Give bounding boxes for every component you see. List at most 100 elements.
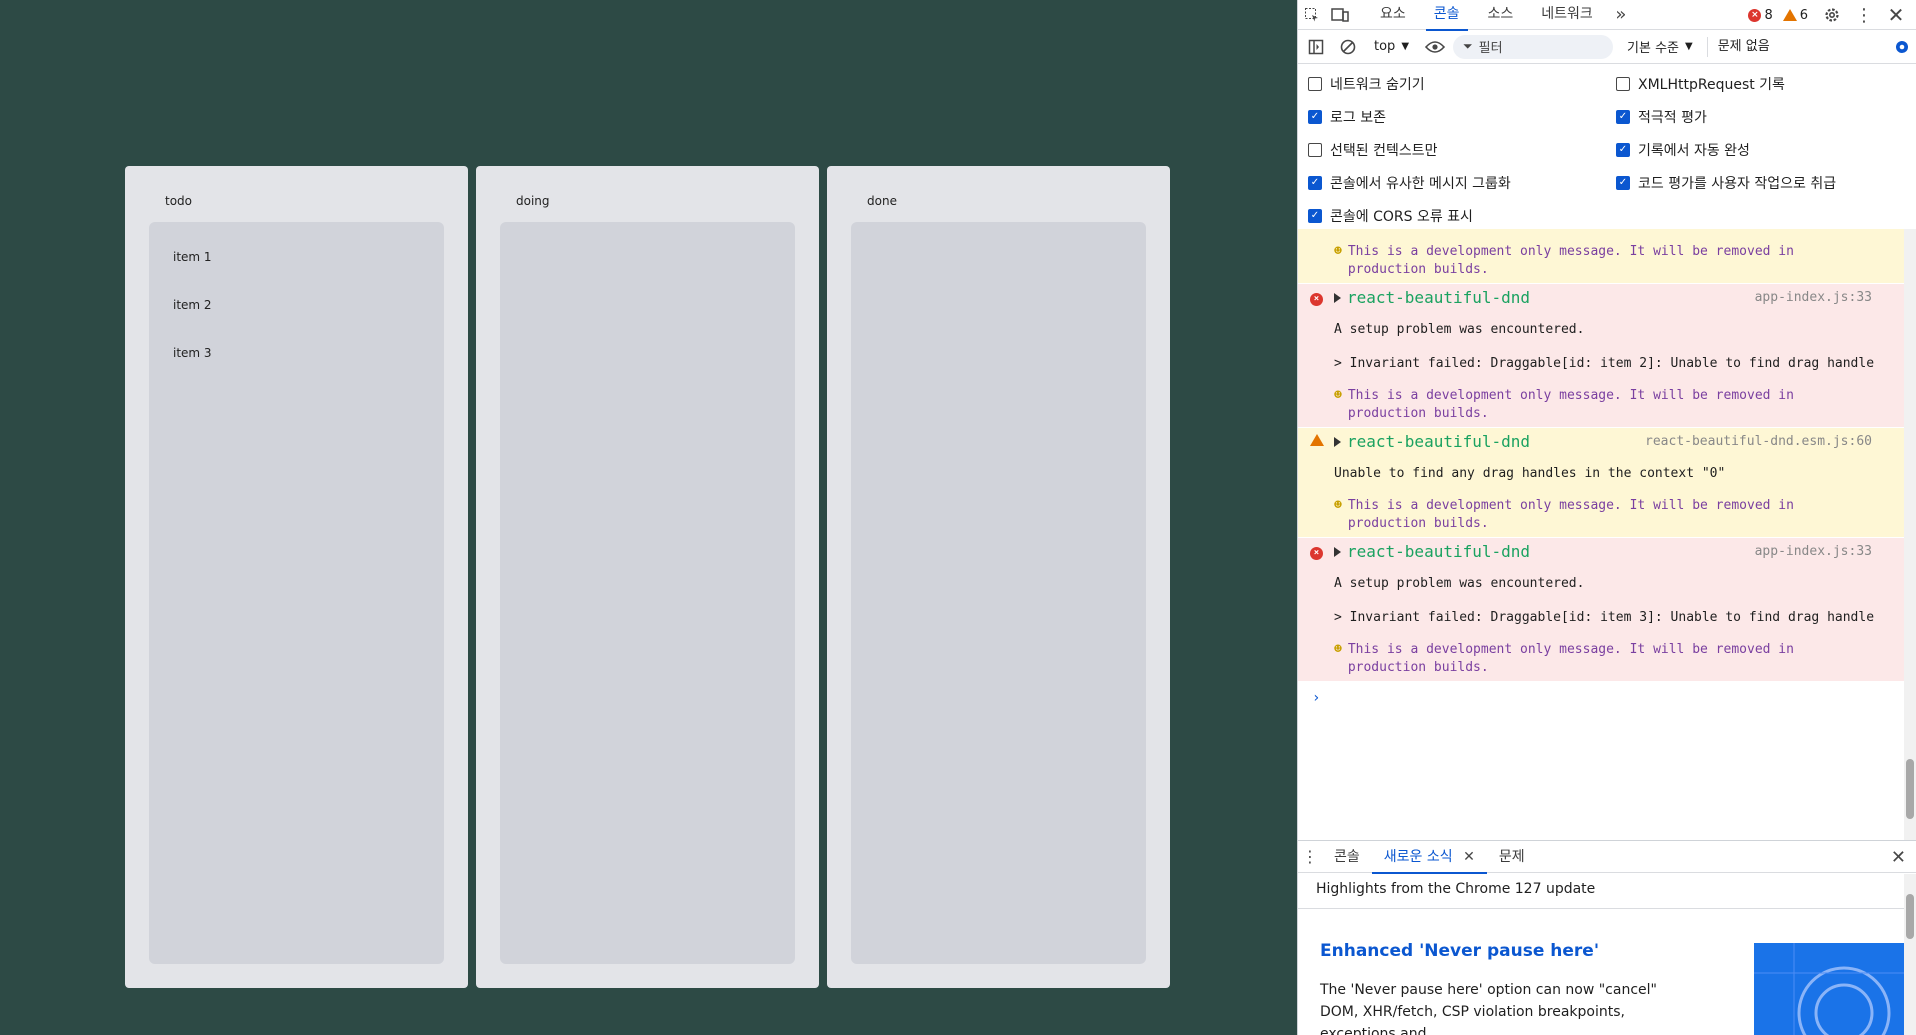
setting-label: XMLHttpRequest 기록 xyxy=(1638,76,1785,93)
console-message-warning: ☻ This is a development only message. It… xyxy=(1298,229,1916,284)
inspect-element-icon[interactable] xyxy=(1298,1,1326,29)
expand-triangle-icon[interactable] xyxy=(1334,436,1341,447)
setting-label: 코드 평가를 사용자 작업으로 취급 xyxy=(1638,175,1837,192)
setting-treat-eval-user-action[interactable]: ✓ 코드 평가를 사용자 작업으로 취급 xyxy=(1616,171,1916,194)
package-name: react-beautiful-dnd xyxy=(1347,288,1531,307)
eye-icon[interactable] xyxy=(1421,33,1449,61)
column-title: done xyxy=(867,194,897,208)
sidebar-toggle-icon[interactable] xyxy=(1302,33,1330,61)
console-message-warning: react-beautiful-dnd.esm.js:60 react-beau… xyxy=(1298,428,1916,538)
error-count-badge[interactable]: × 8 xyxy=(1748,7,1773,23)
setting-selected-context-only[interactable]: 선택된 컨텍스트만 xyxy=(1308,138,1616,161)
console-message-error: × app-index.js:33 react-beautiful-dnd A … xyxy=(1298,284,1916,428)
whats-new-header: Highlights from the Chrome 127 update xyxy=(1298,873,1916,909)
warning-icon xyxy=(1782,9,1797,21)
droppable-area-doing[interactable] xyxy=(500,222,795,964)
dev-note-text: This is a development only message. It w… xyxy=(1347,244,1794,277)
console-settings-gear-icon[interactable] xyxy=(1888,33,1916,61)
expand-triangle-icon[interactable] xyxy=(1334,292,1341,303)
devtools-tabbar: 요소 콘솔 소스 네트워크 » × 8 6 ⋮ ✕ xyxy=(1298,0,1916,31)
setting-eager-evaluation[interactable]: ✓ 적극적 평가 xyxy=(1616,105,1916,128)
drawer-scrollbar[interactable] xyxy=(1904,874,1916,1035)
source-link[interactable]: app-index.js:33 xyxy=(1755,544,1872,559)
checkbox[interactable] xyxy=(1308,142,1322,157)
person-icon: ☻ xyxy=(1334,244,1342,259)
dev-note-text: This is a development only message. It w… xyxy=(1347,642,1794,675)
source-link[interactable]: react-beautiful-dnd.esm.js:60 xyxy=(1645,434,1872,449)
checkbox-checked[interactable]: ✓ xyxy=(1308,175,1322,190)
setting-hide-network[interactable]: 네트워크 숨기기 xyxy=(1308,72,1616,95)
console-output: ☻ This is a development only message. It… xyxy=(1298,229,1916,840)
scroll-thumb[interactable] xyxy=(1906,759,1914,819)
tab-sources[interactable]: 소스 xyxy=(1474,0,1528,30)
setting-label: 콘솔에 CORS 오류 표시 xyxy=(1330,208,1473,225)
person-icon: ☻ xyxy=(1334,642,1342,657)
console-scrollbar[interactable] xyxy=(1904,229,1916,840)
error-count: 8 xyxy=(1764,7,1773,23)
devtools-status: × 8 6 ⋮ ✕ xyxy=(1748,0,1916,30)
drawer-tab-whats-new[interactable]: 새로운 소식 ✕ xyxy=(1371,841,1487,874)
news-image xyxy=(1754,943,1904,1035)
warning-count-badge[interactable]: 6 xyxy=(1782,8,1808,23)
setting-label: 기록에서 자동 완성 xyxy=(1638,142,1750,159)
more-tabs-icon[interactable]: » xyxy=(1607,1,1635,29)
close-tab-icon[interactable]: ✕ xyxy=(1463,849,1475,865)
issues-button[interactable]: 문제 없음 xyxy=(1706,36,1780,57)
chevron-down-icon: ▼ xyxy=(1685,41,1693,52)
checkbox-checked[interactable]: ✓ xyxy=(1616,175,1630,190)
tab-elements[interactable]: 요소 xyxy=(1366,0,1420,30)
chevron-down-icon: ▼ xyxy=(1401,41,1410,52)
console-prompt[interactable]: › xyxy=(1298,682,1916,714)
package-name: react-beautiful-dnd xyxy=(1347,432,1531,451)
column-title: todo xyxy=(165,194,193,208)
kebab-menu-icon[interactable]: ⋮ xyxy=(1850,1,1878,29)
setting-label: 콘솔에서 유사한 메시지 그룹화 xyxy=(1330,175,1511,192)
setting-show-cors-errors[interactable]: ✓ 콘솔에 CORS 오류 표시 xyxy=(1308,204,1616,227)
close-icon[interactable]: ✕ xyxy=(1882,1,1910,29)
droppable-area-todo[interactable]: item 1 item 2 item 3 xyxy=(149,222,444,964)
tab-console[interactable]: 콘솔 xyxy=(1420,0,1474,31)
scroll-thumb[interactable] xyxy=(1906,894,1914,939)
filter-input[interactable]: ⏷ 필터 xyxy=(1453,34,1614,59)
log-level-dropdown[interactable]: 기본 수준 ▼ xyxy=(1617,37,1703,56)
checkbox[interactable] xyxy=(1616,76,1630,91)
person-icon: ☻ xyxy=(1334,388,1342,403)
filter-icon: ⏷ xyxy=(1463,39,1473,53)
card-item[interactable]: item 1 xyxy=(173,250,420,298)
card-item[interactable]: item 3 xyxy=(173,346,420,394)
kebab-menu-icon[interactable]: ⋮ xyxy=(1298,843,1322,871)
message-line: > Invariant failed: Draggable[id: item 2… xyxy=(1334,356,1875,371)
person-icon: ☻ xyxy=(1334,498,1342,513)
dev-note-text: This is a development only message. It w… xyxy=(1347,388,1794,421)
source-link[interactable]: app-index.js:33 xyxy=(1755,290,1872,305)
checkbox-checked[interactable]: ✓ xyxy=(1308,208,1322,223)
warning-icon xyxy=(1310,434,1324,450)
column-doing: doing xyxy=(476,166,819,988)
device-toolbar-icon[interactable] xyxy=(1326,1,1354,29)
close-drawer-icon[interactable]: ✕ xyxy=(1891,847,1906,868)
log-level-label: 기본 수준 xyxy=(1627,41,1679,56)
checkbox-checked[interactable]: ✓ xyxy=(1616,142,1630,157)
card-item[interactable]: item 2 xyxy=(173,298,420,346)
context-selector[interactable]: top ▼ xyxy=(1366,39,1417,54)
setting-autocomplete-history[interactable]: ✓ 기록에서 자동 완성 xyxy=(1616,138,1916,161)
drawer-tab-issues[interactable]: 문제 xyxy=(1487,841,1537,873)
dev-note-text: This is a development only message. It w… xyxy=(1347,498,1794,531)
setting-log-xhr[interactable]: XMLHttpRequest 기록 xyxy=(1616,72,1916,95)
setting-preserve-log[interactable]: ✓ 로그 보존 xyxy=(1308,105,1616,128)
context-label: top xyxy=(1374,39,1396,54)
checkbox-checked[interactable]: ✓ xyxy=(1616,109,1630,124)
package-name: react-beautiful-dnd xyxy=(1347,542,1531,561)
expand-triangle-icon[interactable] xyxy=(1334,546,1341,557)
setting-group-similar[interactable]: ✓ 콘솔에서 유사한 메시지 그룹화 xyxy=(1308,171,1616,194)
tab-network[interactable]: 네트워크 xyxy=(1527,0,1607,30)
checkbox[interactable] xyxy=(1308,76,1322,91)
devtools-drawer: ⋮ 콘솔 새로운 소식 ✕ 문제 ✕ Highlights from the C… xyxy=(1298,840,1916,1035)
settings-right-column: XMLHttpRequest 기록 ✓ 적극적 평가 ✓ 기록에서 자동 완성 ✓ 코… xyxy=(1616,72,1916,227)
checkbox-checked[interactable]: ✓ xyxy=(1308,109,1322,124)
gear-icon[interactable] xyxy=(1818,1,1846,29)
clear-console-icon[interactable] xyxy=(1334,33,1362,61)
dev-note: ☻ This is a development only message. It … xyxy=(1334,497,1876,533)
drawer-tab-console[interactable]: 콘솔 xyxy=(1322,841,1372,873)
droppable-area-done[interactable] xyxy=(851,222,1146,964)
